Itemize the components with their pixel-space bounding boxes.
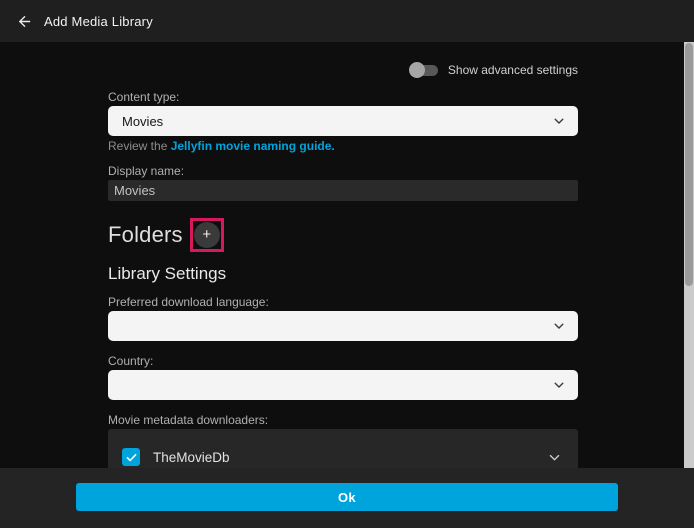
- folders-heading: Folders: [108, 222, 183, 248]
- themoviedb-checkbox[interactable]: [122, 448, 140, 466]
- display-name-input[interactable]: [108, 180, 578, 201]
- library-settings-heading: Library Settings: [108, 264, 578, 284]
- header: Add Media Library: [0, 0, 694, 42]
- toggle-knob: [409, 62, 425, 78]
- list-item: TheMovieDb: [108, 429, 578, 466]
- add-folder-button[interactable]: +: [194, 222, 220, 248]
- scrollbar-thumb[interactable]: [685, 43, 693, 286]
- chevron-down-icon: [552, 378, 566, 392]
- check-icon: [125, 451, 138, 464]
- arrow-left-icon: [16, 13, 33, 30]
- scrollbar[interactable]: [684, 42, 694, 468]
- metadata-downloader-card: TheMovieDb: [108, 429, 578, 468]
- content-type-value: Movies: [122, 114, 552, 129]
- content-type-select[interactable]: Movies: [108, 106, 578, 136]
- naming-guide-helper: Review the Jellyfin movie naming guide.: [108, 139, 578, 154]
- preferred-language-select[interactable]: [108, 311, 578, 341]
- advanced-settings-row: Show advanced settings: [108, 61, 578, 79]
- naming-guide-link[interactable]: Jellyfin movie naming guide.: [171, 139, 335, 153]
- form-content: Show advanced settings Content type: Mov…: [108, 61, 578, 468]
- click-highlight-box: +: [190, 218, 224, 252]
- metadata-downloaders-label: Movie metadata downloaders:: [108, 413, 578, 427]
- folders-section: Folders +: [108, 217, 578, 252]
- add-media-library-dialog: Add Media Library Show advanced settings…: [0, 0, 694, 528]
- country-select[interactable]: [108, 370, 578, 400]
- back-button[interactable]: [12, 9, 36, 33]
- chevron-down-icon: [552, 114, 566, 128]
- content-type-label: Content type:: [108, 90, 578, 104]
- country-label: Country:: [108, 354, 578, 368]
- page-title: Add Media Library: [44, 14, 153, 29]
- ok-button[interactable]: Ok: [76, 483, 618, 511]
- form-scroll-area: Show advanced settings Content type: Mov…: [0, 42, 694, 468]
- preferred-language-label: Preferred download language:: [108, 295, 578, 309]
- display-name-label: Display name:: [108, 164, 578, 178]
- plus-icon: +: [202, 227, 211, 242]
- naming-guide-prefix: Review the: [108, 139, 171, 153]
- chevron-down-icon: [552, 319, 566, 333]
- chevron-down-icon[interactable]: [547, 450, 562, 465]
- show-advanced-label: Show advanced settings: [448, 63, 578, 77]
- show-advanced-toggle[interactable]: [409, 61, 439, 79]
- downloader-name: TheMovieDb: [153, 450, 230, 465]
- footer-bar: Ok: [0, 468, 694, 528]
